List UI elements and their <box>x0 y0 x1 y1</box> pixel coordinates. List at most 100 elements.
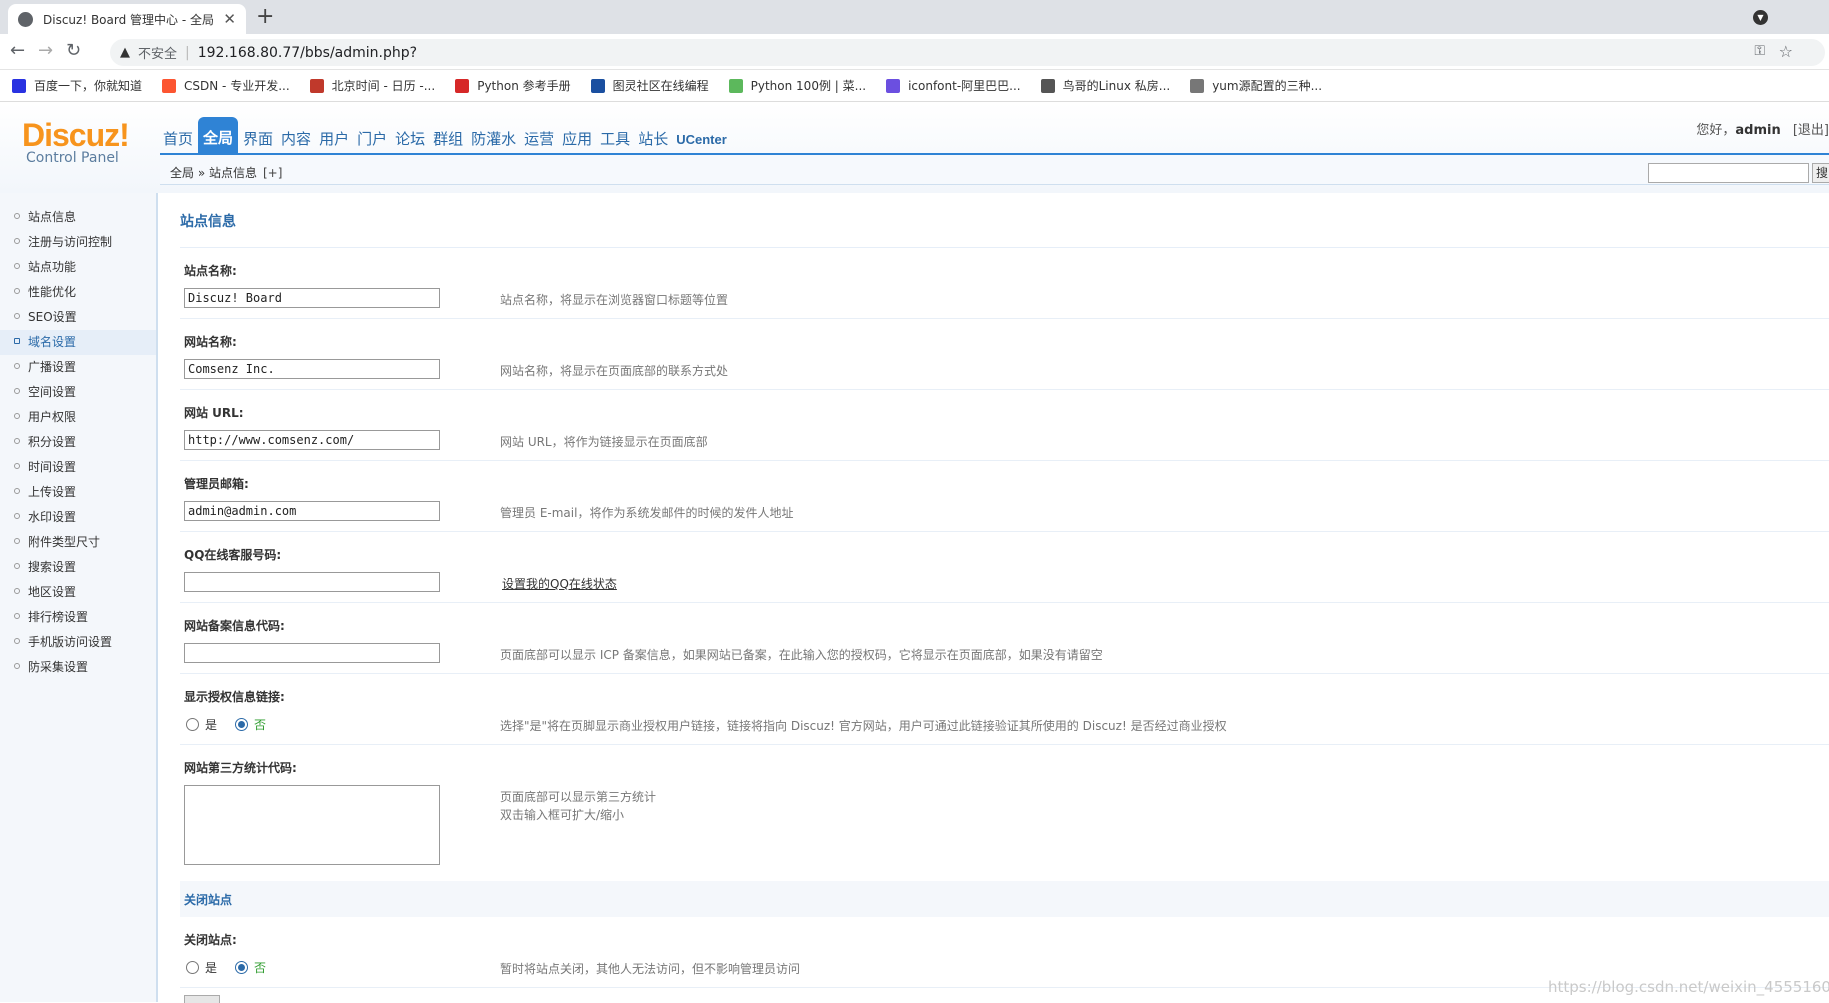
nav-operations[interactable]: 运营 <box>521 128 557 153</box>
sidebar-item-broadcast[interactable]: 广播设置 <box>0 355 156 380</box>
bookmark-star-icon[interactable]: ☆ <box>1779 42 1793 61</box>
nav-content[interactable]: 内容 <box>278 128 314 153</box>
form-row-stats-code: 网站第三方统计代码: 页面底部可以显示第三方统计 双击输入框可扩大/缩小 <box>180 745 1829 881</box>
sidebar-item-attachment-size[interactable]: 附件类型尺寸 <box>0 530 156 555</box>
sidebar-item-anti-scrape[interactable]: 防采集设置 <box>0 655 156 680</box>
sidebar-item-domain[interactable]: 域名设置 <box>0 330 156 355</box>
bookmark-item[interactable]: yum源配置的三种... <box>1190 77 1322 94</box>
icp-code-input[interactable] <box>184 643 440 663</box>
bookmark-label: 图灵社区在线编程 <box>612 79 709 93</box>
nav-antispam[interactable]: 防灌水 <box>468 128 519 153</box>
greeting-text: 您好， <box>1696 123 1736 138</box>
bullet-icon <box>14 388 20 394</box>
nav-apps[interactable]: 应用 <box>559 128 595 153</box>
bullet-icon <box>14 413 20 419</box>
close-no-radio[interactable]: 否 <box>235 959 266 976</box>
sidebar-item-time[interactable]: 时间设置 <box>0 455 156 480</box>
sidebar-item-permissions[interactable]: 用户权限 <box>0 405 156 430</box>
field-label: 网站第三方统计代码: <box>184 761 297 775</box>
sidebar-item-upload[interactable]: 上传设置 <box>0 480 156 505</box>
radio-circle[interactable] <box>186 961 199 974</box>
sidebar-item-search[interactable]: 搜索设置 <box>0 555 156 580</box>
sidebar-item-watermark[interactable]: 水印设置 <box>0 505 156 530</box>
tab-title: Discuz! Board 管理中心 - 全局 - <box>43 12 218 27</box>
search-button[interactable]: 搜 <box>1812 163 1829 183</box>
sidebar-item-label: 空间设置 <box>28 385 77 399</box>
breadcrumb-expand-button[interactable]: [+] <box>263 166 282 180</box>
sidebar-item-site-features[interactable]: 站点功能 <box>0 255 156 280</box>
browser-tab[interactable]: Discuz! Board 管理中心 - 全局 - ✕ <box>8 4 246 34</box>
nav-ucenter[interactable]: UCenter <box>673 132 730 153</box>
stats-code-textarea[interactable] <box>184 785 440 865</box>
nav-global[interactable]: 全局 <box>198 117 239 153</box>
field-tip: 选择"是"将在页脚显示商业授权用户链接，链接将指向 Discuz! 官方网站，用… <box>500 719 1227 733</box>
admin-email-input[interactable] <box>184 501 440 521</box>
external-link-icon <box>14 338 20 344</box>
nav-home[interactable]: 首页 <box>160 128 196 153</box>
nav-portal[interactable]: 门户 <box>354 128 390 153</box>
close-yes-radio[interactable]: 是 <box>186 959 217 976</box>
nav-users[interactable]: 用户 <box>316 128 352 153</box>
insecure-label[interactable]: 不安全 <box>138 43 177 62</box>
site-name-input[interactable] <box>184 288 440 308</box>
nav-forum[interactable]: 论坛 <box>392 128 428 153</box>
bullet-icon <box>14 238 20 244</box>
license-radio-group: 是 否 <box>186 716 284 733</box>
license-no-radio[interactable]: 否 <box>235 716 266 733</box>
field-tip: 管理员 E-mail，将作为系统发邮件的时候的发件人地址 <box>500 506 794 520</box>
nav-groups[interactable]: 群组 <box>430 128 466 153</box>
form-row-website-name: 网站名称: 网站名称，将显示在页面底部的联系方式处 <box>180 319 1829 390</box>
bookmark-item[interactable]: 北京时间 - 日历 -... <box>309 77 435 94</box>
bookmark-item[interactable]: Python 100例 | 菜... <box>728 77 866 94</box>
bookmark-item[interactable]: 鸟哥的Linux 私房... <box>1040 77 1170 94</box>
sidebar-item-region[interactable]: 地区设置 <box>0 580 156 605</box>
tab-search-icon[interactable]: ▼ <box>1753 10 1768 25</box>
address-bar[interactable]: ▲ 不安全 | 192.168.80.77/bbs/admin.php? ⚿ ☆ <box>110 39 1825 66</box>
radio-circle-checked[interactable] <box>235 718 249 731</box>
radio-circle[interactable] <box>186 718 199 731</box>
key-icon[interactable]: ⚿ <box>1754 43 1765 59</box>
bookmark-item[interactable]: Python 参考手册 <box>455 77 571 94</box>
sidebar-item-seo[interactable]: SEO设置 <box>0 305 156 330</box>
qq-status-link[interactable]: 设置我的QQ在线状态 <box>502 575 617 592</box>
field-label: 管理员邮箱: <box>184 477 249 491</box>
sidebar-item-mobile[interactable]: 手机版访问设置 <box>0 630 156 655</box>
bullet-icon <box>14 563 20 569</box>
sidebar-item-space[interactable]: 空间设置 <box>0 380 156 405</box>
nav-interface[interactable]: 界面 <box>240 128 276 153</box>
sidebar-item-ranking[interactable]: 排行榜设置 <box>0 605 156 630</box>
new-tab-icon[interactable]: + <box>256 4 274 30</box>
bookmark-label: CSDN - 专业开发... <box>184 79 290 93</box>
website-name-input[interactable] <box>184 359 440 379</box>
logout-link[interactable]: [退出] <box>1793 123 1829 138</box>
sidebar-item-label: 手机版访问设置 <box>28 635 113 649</box>
forward-icon[interactable]: → <box>38 40 53 62</box>
sidebar-item-register-access[interactable]: 注册与访问控制 <box>0 230 156 255</box>
url-text[interactable]: 192.168.80.77/bbs/admin.php? <box>198 45 417 61</box>
nav-webmaster[interactable]: 站长 <box>635 128 671 153</box>
radio-circle-checked[interactable] <box>235 961 249 974</box>
bookmark-label: yum源配置的三种... <box>1212 79 1323 93</box>
sidebar-item-credits[interactable]: 积分设置 <box>0 430 156 455</box>
sidebar-item-performance[interactable]: 性能优化 <box>0 280 156 305</box>
bookmark-item[interactable]: iconfont-阿里巴巴... <box>886 77 1021 94</box>
website-url-input[interactable] <box>184 430 440 450</box>
field-tip-secondary: 双击输入框可扩大/缩小 <box>500 808 625 822</box>
admin-header: Discuz! Control Panel 首页 全局 界面 内容 用户 门户 … <box>0 103 1829 193</box>
nav-tools[interactable]: 工具 <box>597 128 633 153</box>
bullet-icon <box>14 213 20 219</box>
reload-icon[interactable]: ↻ <box>66 40 81 62</box>
back-icon[interactable]: ← <box>10 40 25 62</box>
license-yes-radio[interactable]: 是 <box>186 716 217 733</box>
discuz-logo[interactable]: Discuz! Control Panel <box>22 117 130 166</box>
bullet-icon <box>14 463 20 469</box>
close-tab-icon[interactable]: ✕ <box>223 10 236 28</box>
bookmark-item[interactable]: CSDN - 专业开发... <box>162 77 290 94</box>
bookmark-item[interactable]: 图灵社区在线编程 <box>590 77 709 94</box>
qq-number-input[interactable] <box>184 572 440 592</box>
field-label: QQ在线客服号码: <box>184 548 282 562</box>
admin-search-input[interactable] <box>1648 163 1809 183</box>
sidebar-item-label: 排行榜设置 <box>28 610 89 624</box>
bookmark-item[interactable]: 百度一下，你就知道 <box>12 77 142 94</box>
sidebar-item-site-info[interactable]: 站点信息 <box>0 205 156 230</box>
